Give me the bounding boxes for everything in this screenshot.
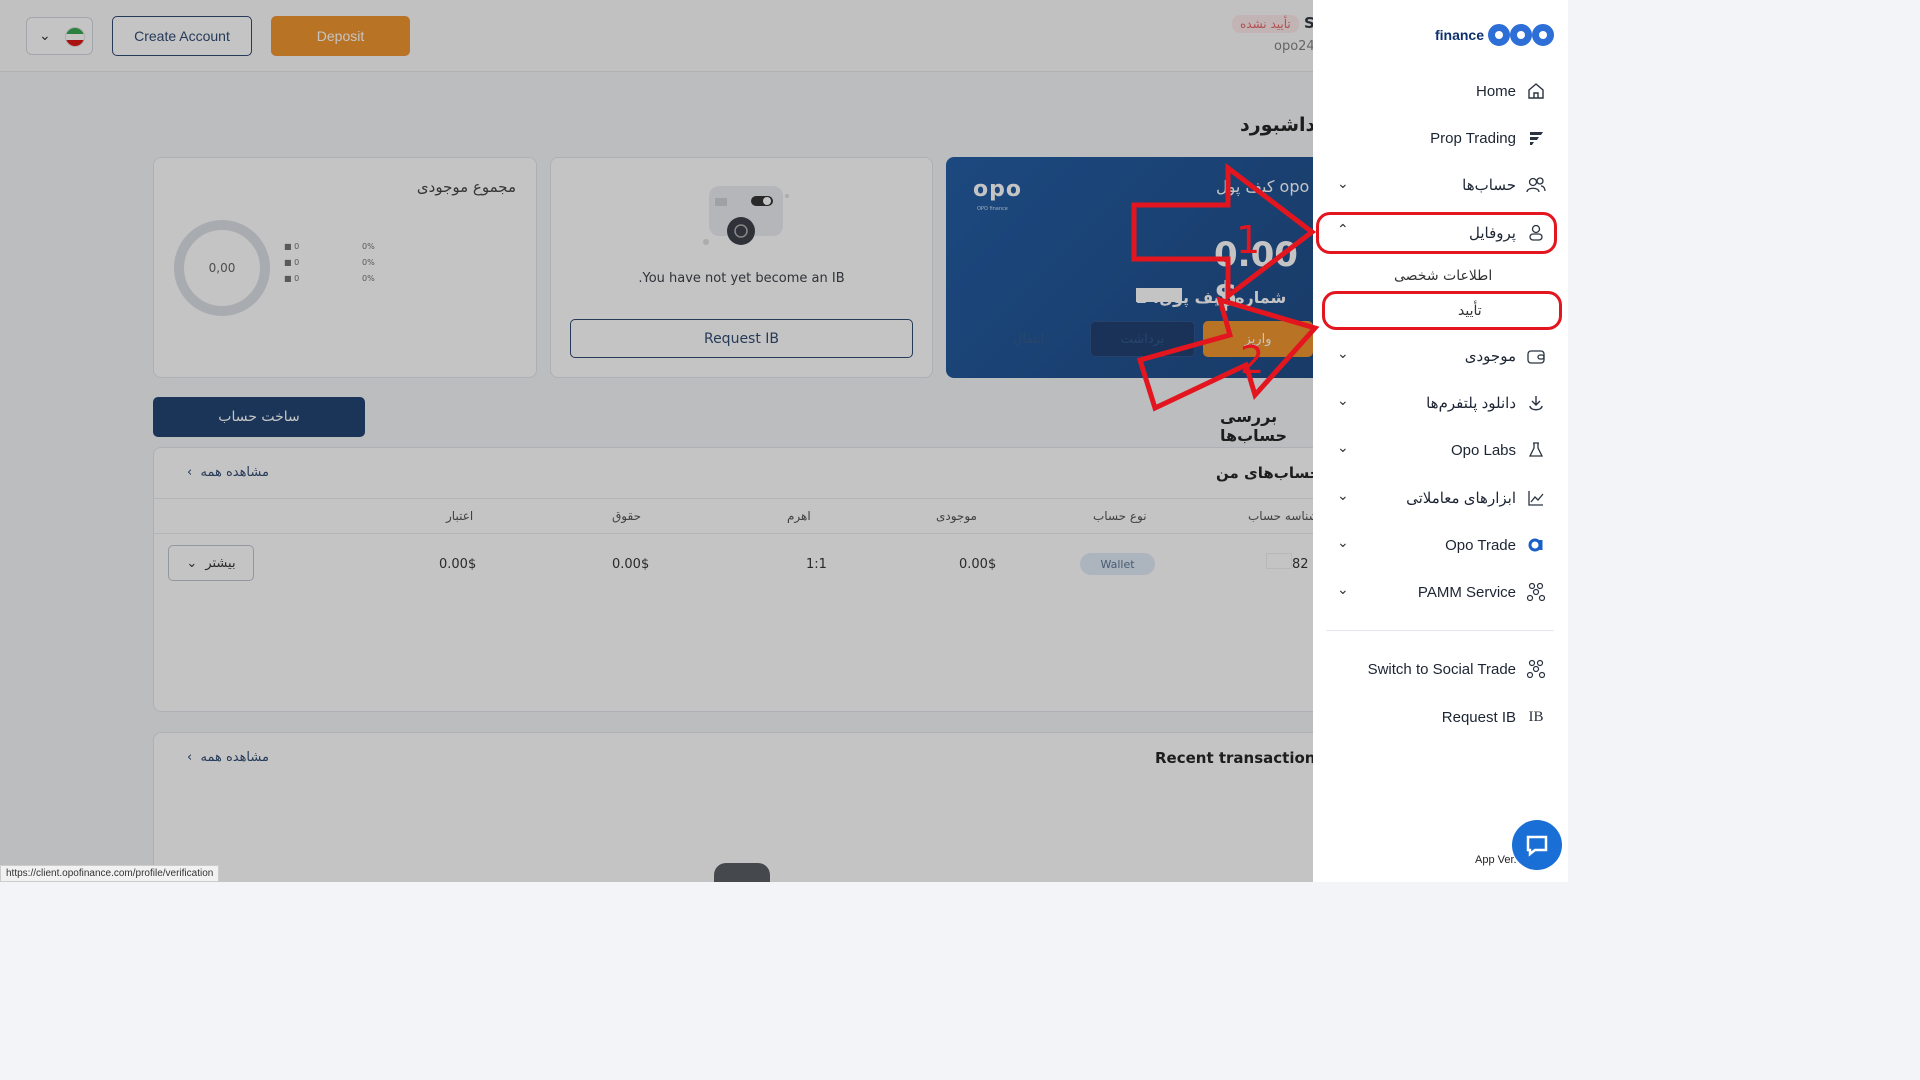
chevron-down-icon[interactable]: ⌄ — [1337, 582, 1349, 598]
sidebar-item-pamm-service[interactable]: PAMM Service — [1418, 577, 1546, 607]
chevron-down-icon[interactable]: ⌄ — [1337, 488, 1349, 504]
chat-icon — [1526, 835, 1548, 857]
sidebar-item-label: ابزارهای معاملاتی — [1406, 490, 1516, 507]
sidebar-item-label: Prop Trading — [1430, 129, 1516, 147]
prop-trading-icon — [1526, 128, 1546, 148]
app-version: App Ver. — [1475, 854, 1517, 866]
sidebar-item-label: PAMM Service — [1417, 583, 1516, 601]
sidebar-item-label: Request IB — [1441, 708, 1516, 726]
chevron-down-icon[interactable]: ⌄ — [1337, 440, 1349, 456]
brand-logo: finance — [1435, 24, 1554, 46]
sidebar-divider — [1326, 630, 1554, 631]
users-icon — [1526, 175, 1546, 195]
ib-icon: IB — [1528, 708, 1544, 725]
opo-trade-icon — [1526, 535, 1546, 555]
switch-social-trade-link[interactable]: Switch to Social Trade — [1368, 654, 1546, 684]
chevron-down-icon[interactable]: ⌄ — [1337, 176, 1349, 192]
sidebar-item-label: Opo Labs — [1450, 441, 1516, 459]
modal-overlay[interactable] — [0, 0, 1313, 882]
chevron-down-icon[interactable]: ⌄ — [1337, 346, 1349, 362]
flask-icon — [1526, 440, 1546, 460]
network-icon — [1526, 659, 1546, 679]
home-icon — [1526, 81, 1546, 101]
highlight-profile-box — [1316, 212, 1557, 254]
opo-logo-icon — [1488, 24, 1554, 46]
sidebar-item-download-platforms[interactable]: دانلود پلتفرم‌ها — [1426, 388, 1546, 418]
sidebar-item-accounts[interactable]: حساب‌ها — [1462, 170, 1546, 200]
chevron-down-icon[interactable]: ⌄ — [1337, 535, 1349, 551]
sidebar-sub-personal-info[interactable]: اطلاعات شخصی — [1394, 268, 1492, 284]
brand-text: finance — [1434, 27, 1484, 43]
sidebar-item-opo-trade[interactable]: Opo Trade — [1445, 530, 1546, 560]
wallet-icon — [1526, 346, 1546, 366]
download-icon — [1526, 393, 1546, 413]
network-icon — [1526, 582, 1546, 602]
sidebar-item-balance[interactable]: موجودی — [1465, 341, 1546, 371]
sidebar-item-label: موجودی — [1464, 348, 1516, 365]
sidebar-item-label: Home — [1475, 82, 1516, 100]
sidebar-item-opo-labs[interactable]: Opo Labs — [1451, 435, 1546, 465]
sidebar: finance Home Prop Trading ⌄ حساب‌ها ⌃ پر… — [1313, 0, 1568, 882]
sidebar-item-home[interactable]: Home — [1476, 76, 1546, 106]
sidebar-item-prop-trading[interactable]: Prop Trading — [1430, 123, 1546, 153]
request-ib-link[interactable]: Request IB IB — [1442, 702, 1546, 732]
chart-icon — [1526, 488, 1546, 508]
highlight-verification-box — [1322, 291, 1562, 330]
sidebar-item-label: حساب‌ها — [1462, 177, 1516, 194]
support-chat-button[interactable] — [1512, 820, 1562, 870]
chevron-down-icon[interactable]: ⌄ — [1337, 393, 1349, 409]
sidebar-item-label: Opo Trade — [1445, 536, 1516, 554]
main-content: ⌄ Create Account Deposit تأیید نشده S op… — [0, 0, 1313, 882]
status-bar-url: https://client.opofinance.com/profile/ve… — [0, 865, 220, 882]
sidebar-item-label: Switch to Social Trade — [1367, 660, 1516, 678]
sidebar-item-label: دانلود پلتفرم‌ها — [1426, 395, 1516, 412]
sidebar-item-trading-tools[interactable]: ابزارهای معاملاتی — [1406, 483, 1546, 513]
